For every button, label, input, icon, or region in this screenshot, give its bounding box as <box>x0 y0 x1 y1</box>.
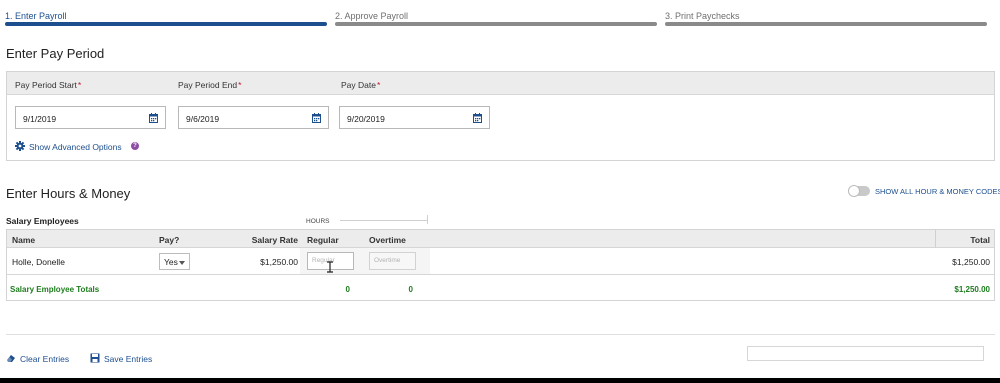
column-header-regular: Regular <box>307 235 339 245</box>
column-header-pay: Pay? <box>159 235 180 245</box>
column-header-salary-rate: Salary Rate <box>251 235 298 245</box>
save-icon <box>90 353 100 363</box>
show-all-codes-toggle[interactable] <box>848 185 870 197</box>
totals-label: Salary Employee Totals <box>10 285 100 294</box>
pay-period-end-input[interactable]: 9/6/2019 <box>178 106 329 129</box>
clear-entries-label: Clear Entries <box>20 354 70 364</box>
help-icon[interactable]: ? <box>131 142 139 150</box>
column-header-total: Total <box>970 235 990 245</box>
toggle-knob <box>848 185 860 197</box>
table-row: Holle, Donelle Yes $1,250.00 Regular Ove… <box>7 248 994 275</box>
pay-period-start-label: Pay Period Start* <box>15 80 82 90</box>
step-progress-bar <box>665 22 987 26</box>
pay-select[interactable]: Yes <box>159 253 190 270</box>
step-print-paychecks[interactable]: 3. Print Paychecks <box>665 0 987 26</box>
calendar-icon[interactable] <box>149 113 158 123</box>
calendar-icon[interactable] <box>312 113 321 123</box>
date-value: 9/20/2019 <box>347 114 385 124</box>
pay-period-end-label: Pay Period End* <box>178 80 242 90</box>
table-header: Name Pay? Salary Rate Regular Overtime T… <box>7 230 994 248</box>
step-enter-payroll[interactable]: 1. Enter Payroll <box>5 0 327 26</box>
bottom-bar <box>0 378 1000 383</box>
column-divider <box>935 230 936 248</box>
pay-select-value: Yes <box>164 257 178 267</box>
employee-name: Holle, Donelle <box>12 257 65 267</box>
pay-period-start-input[interactable]: 9/1/2019 <box>15 106 166 129</box>
hours-group-line <box>340 220 428 221</box>
text-cursor-icon <box>327 261 333 273</box>
eraser-icon <box>7 355 15 362</box>
section-divider <box>6 334 995 335</box>
column-header-overtime: Overtime <box>369 235 406 245</box>
step-progress-bar <box>335 22 657 26</box>
pay-period-panel: Pay Period Start* Pay Period End* Pay Da… <box>6 71 995 161</box>
overtime-hours-input[interactable]: Overtime <box>369 252 416 270</box>
pay-period-title: Enter Pay Period <box>6 46 105 61</box>
totals-row: Salary Employee Totals 0 0 $1,250.00 <box>7 276 994 301</box>
gear-icon <box>15 141 25 151</box>
footer-box <box>747 346 984 361</box>
show-all-codes-label[interactable]: SHOW ALL HOUR & MONEY CODES <box>875 187 1000 196</box>
salary-employees-label: Salary Employees <box>6 216 79 226</box>
calendar-icon[interactable] <box>473 113 482 123</box>
column-header-name[interactable]: Name <box>12 235 35 245</box>
salary-employees-table: Name Pay? Salary Rate Regular Overtime T… <box>6 229 995 301</box>
regular-total: 0 <box>345 285 350 294</box>
date-value: 9/6/2019 <box>186 114 220 124</box>
hours-money-title: Enter Hours & Money <box>6 186 131 201</box>
date-value: 9/1/2019 <box>23 114 57 124</box>
pay-date-label: Pay Date* <box>341 80 381 90</box>
pay-date-input[interactable]: 9/20/2019 <box>339 106 490 129</box>
chevron-down-icon <box>179 261 185 265</box>
show-advanced-options-label: Show Advanced Options <box>29 142 122 152</box>
hours-group-label: HOURS <box>306 218 330 225</box>
hours-group-tick <box>427 215 428 224</box>
step-label: 1. Enter Payroll <box>5 11 67 21</box>
pay-period-header: Pay Period Start* Pay Period End* Pay Da… <box>7 72 994 95</box>
step-label: 2. Approve Payroll <box>335 11 409 21</box>
step-progress-bar <box>5 22 327 26</box>
step-approve-payroll[interactable]: 2. Approve Payroll <box>335 0 657 26</box>
overtime-total: 0 <box>408 285 413 294</box>
payroll-stepper: 1. Enter Payroll 2. Approve Payroll 3. P… <box>0 0 1000 30</box>
step-label: 3. Print Paychecks <box>665 11 740 21</box>
employee-total: $1,250.00 <box>952 257 990 267</box>
overtime-hours-placeholder: Overtime <box>374 257 401 264</box>
grand-total: $1,250.00 <box>954 285 990 294</box>
save-entries-label: Save Entries <box>104 354 153 364</box>
salary-rate-value: $1,250.00 <box>260 257 298 267</box>
